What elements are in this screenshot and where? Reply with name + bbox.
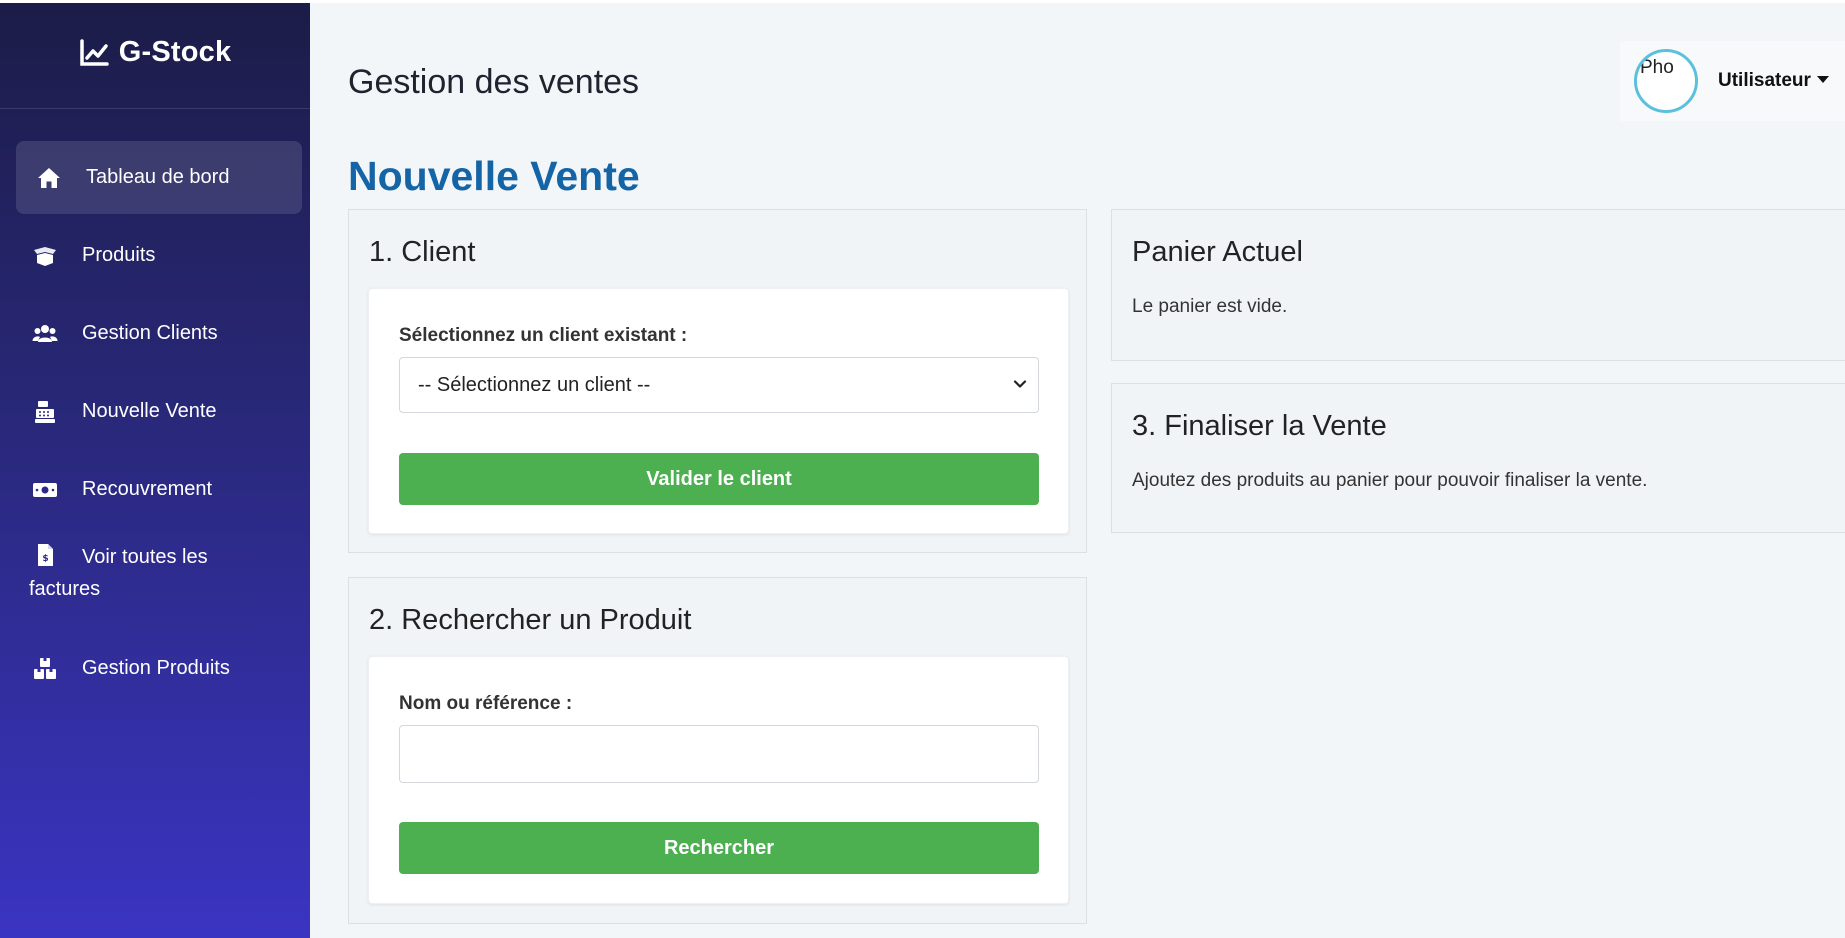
product-search-card: Nom ou référence : Rechercher (368, 656, 1069, 904)
cart-panel: Panier Actuel Le panier est vide. (1111, 209, 1845, 361)
chart-line-icon (79, 38, 109, 66)
validate-client-button[interactable]: Valider le client (399, 453, 1039, 505)
product-search-panel: 2. Rechercher un Produit Nom ou référenc… (348, 577, 1087, 924)
sidebar-item-label: Nouvelle Vente (82, 400, 217, 422)
avatar[interactable]: Pho (1634, 49, 1698, 113)
brand-title: G-Stock (118, 36, 232, 68)
search-button[interactable]: Rechercher (399, 822, 1039, 874)
sidebar-item-label: Gestion Clients (82, 322, 218, 344)
svg-text:$: $ (42, 554, 48, 564)
page-title: Gestion des ventes (348, 63, 640, 101)
client-select[interactable]: -- Sélectionnez un client -- (399, 357, 1039, 413)
file-invoice-dollar-icon: $ (38, 544, 53, 566)
sidebar-item-tableau-de-bord[interactable]: Tableau de bord (16, 141, 302, 214)
sidebar-item-gestion-clients[interactable]: Gestion Clients (16, 297, 302, 370)
sidebar-item-recouvrement[interactable]: Recouvrement (16, 453, 302, 526)
avatar-alt-text: Pho (1640, 57, 1674, 78)
product-search-label: Nom ou référence : (399, 693, 573, 714)
sidebar-item-label: Produits (82, 244, 156, 266)
cash-register-icon (35, 400, 55, 423)
product-search-input[interactable] (399, 725, 1039, 783)
users-icon (32, 324, 58, 342)
user-name: Utilisateur (1718, 70, 1811, 91)
sidebar: G-Stock Tableau de bord Produits Gestion… (0, 3, 310, 938)
boxes-icon (34, 657, 56, 679)
client-select-label: Sélectionnez un client existant : (399, 325, 688, 346)
app-window: G-Stock Tableau de bord Produits Gestion… (0, 3, 1845, 938)
sidebar-item-label: Recouvrement (82, 478, 213, 500)
sidebar-nav: Tableau de bord Produits Gestion Clients… (0, 109, 310, 705)
chevron-down-icon (1013, 380, 1027, 388)
finalize-panel: 3. Finaliser la Vente Ajoutez des produi… (1111, 383, 1845, 533)
sidebar-item-nouvelle-vente[interactable]: Nouvelle Vente (16, 375, 302, 448)
main-content: Gestion des ventes Pho Utilisateur Nouve… (310, 3, 1845, 938)
money-bill-icon (33, 482, 57, 497)
sidebar-item-produits[interactable]: Produits (16, 219, 302, 292)
client-card: Sélectionnez un client existant : -- Sél… (368, 288, 1069, 534)
cart-empty-text: Le panier est vide. (1132, 296, 1288, 317)
client-panel: 1. Client Sélectionnez un client existan… (348, 209, 1087, 553)
sidebar-item-voir-factures[interactable]: $ Voir toutes les factures (16, 531, 302, 627)
sidebar-item-label: Gestion Produits (82, 657, 230, 679)
sidebar-item-label-cont: factures (29, 578, 101, 600)
client-heading: 1. Client (369, 236, 476, 268)
sidebar-item-label: Voir toutes les (82, 546, 208, 568)
product-search-heading: 2. Rechercher un Produit (369, 604, 692, 636)
user-dropdown-toggle[interactable]: Utilisateur (1718, 70, 1829, 92)
finalize-heading: 3. Finaliser la Vente (1132, 410, 1387, 442)
caret-down-icon (1816, 76, 1829, 83)
client-select-value: -- Sélectionnez un client -- (418, 373, 651, 396)
box-open-icon (34, 246, 56, 266)
brand[interactable]: G-Stock (0, 3, 310, 109)
user-menu[interactable]: Pho Utilisateur (1620, 41, 1845, 121)
home-icon (38, 167, 60, 188)
finalize-text: Ajoutez des produits au panier pour pouv… (1132, 470, 1648, 491)
sidebar-item-gestion-produits[interactable]: Gestion Produits (16, 632, 302, 705)
sidebar-item-label: Tableau de bord (86, 166, 230, 188)
section-title: Nouvelle Vente (348, 153, 640, 199)
cart-heading: Panier Actuel (1132, 236, 1303, 268)
